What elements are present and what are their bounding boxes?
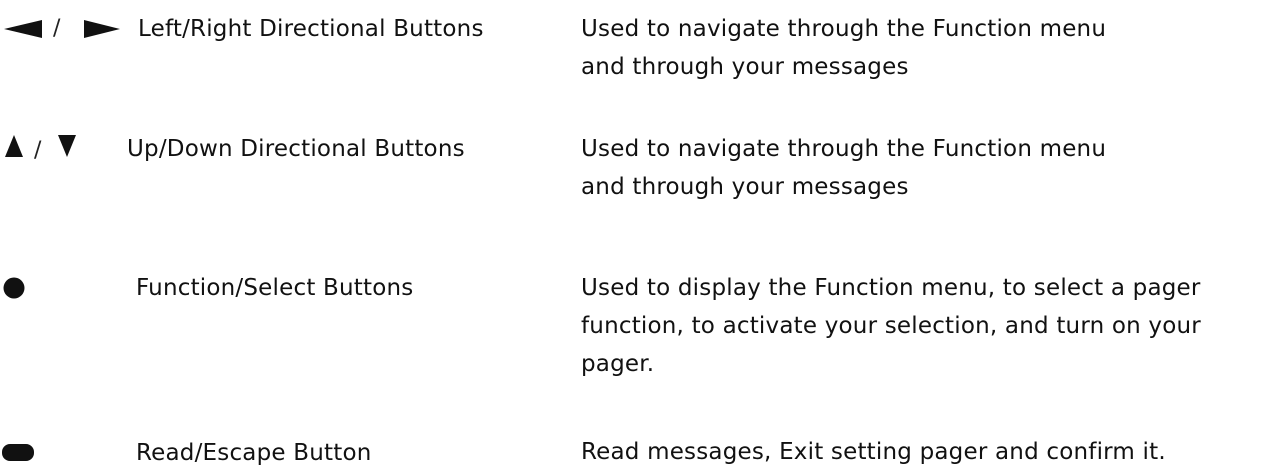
description-line: Used to display the Function menu, to se…: [581, 275, 1201, 301]
triangle-left-icon: [4, 20, 42, 38]
description-line: function, to activate your selection, an…: [581, 313, 1201, 339]
rounded-bar-icon: [2, 444, 34, 461]
description-line: Used to navigate through the Function me…: [581, 16, 1107, 42]
triangle-down-icon: [58, 135, 76, 157]
button-row-function-select: Function/Select Buttons Used to display …: [0, 268, 1274, 418]
triangle-up-icon: [5, 135, 23, 157]
button-description-read-escape: Read messages, Exit setting pager and co…: [581, 433, 1166, 471]
filled-circle-icon: [3, 277, 25, 299]
button-row-up-down: / Up/Down Directional Buttons Used to na…: [0, 135, 1274, 245]
button-name-read-escape: Read/Escape Button: [136, 440, 372, 466]
button-name-function-select: Function/Select Buttons: [136, 275, 414, 301]
separator-slash: /: [53, 16, 61, 41]
button-row-left-right: / Left/Right Directional Buttons Used to…: [0, 0, 1274, 110]
description-line: pager.: [581, 351, 655, 377]
description-line: and through your messages: [581, 54, 909, 80]
button-description-left-right: Used to navigate through the Function me…: [581, 10, 1106, 86]
separator-slash: /: [34, 138, 42, 163]
button-name-left-right: Left/Right Directional Buttons: [138, 16, 484, 42]
button-row-read-escape: Read/Escape Button Read messages, Exit s…: [0, 420, 1274, 474]
button-name-up-down: Up/Down Directional Buttons: [127, 136, 465, 162]
description-line: and through your messages: [581, 174, 909, 200]
button-description-up-down: Used to navigate through the Function me…: [581, 130, 1106, 206]
triangle-right-icon: [84, 20, 120, 38]
description-line: Read messages, Exit setting pager and co…: [581, 439, 1166, 465]
description-line: Used to navigate through the Function me…: [581, 136, 1107, 162]
button-description-function-select: Used to display the Function menu, to se…: [581, 269, 1201, 383]
